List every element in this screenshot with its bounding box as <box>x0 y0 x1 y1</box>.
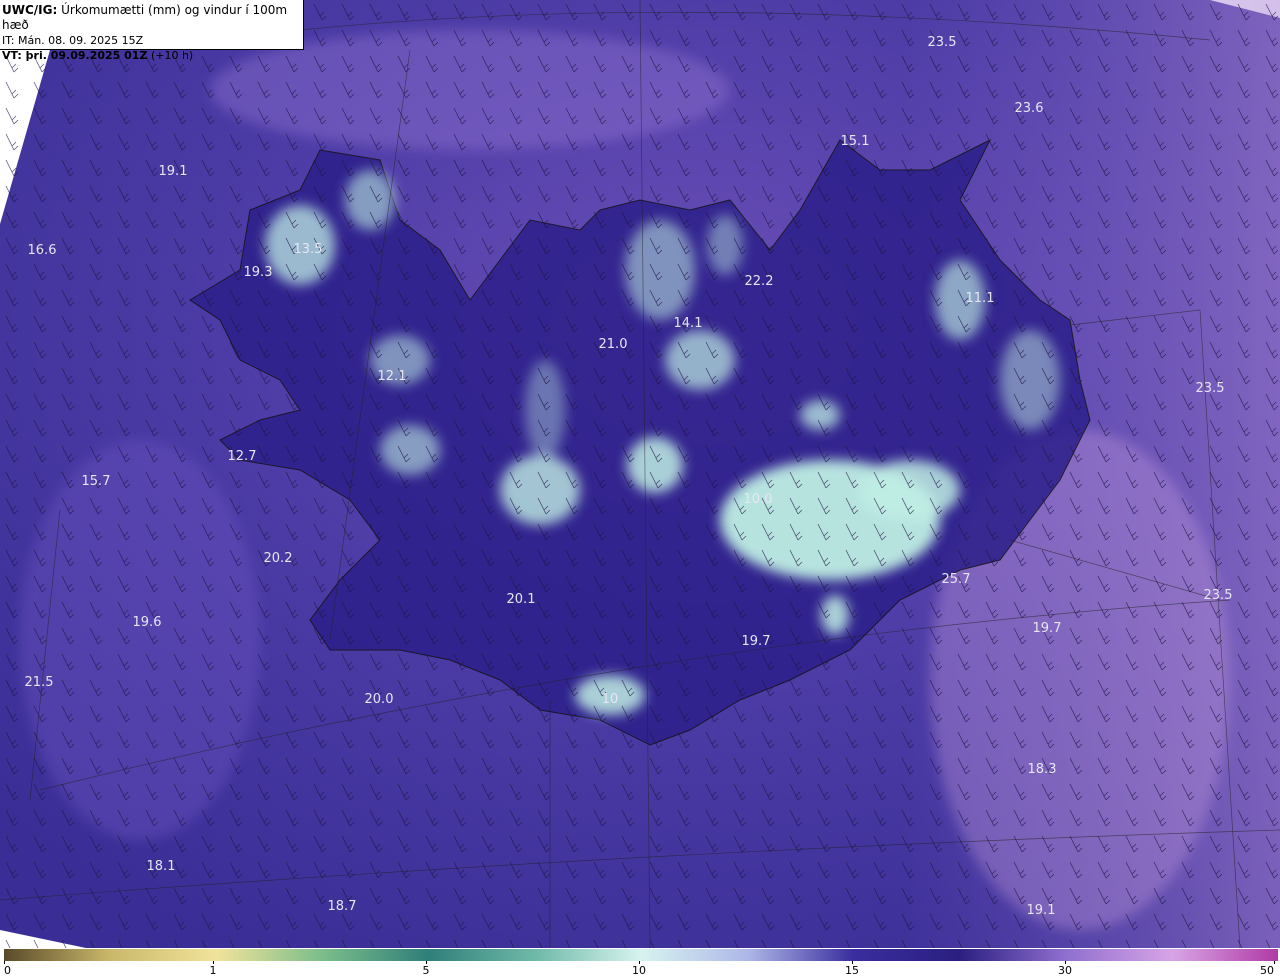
value-label: 15.1 <box>841 134 870 149</box>
value-label: 12.7 <box>228 449 257 464</box>
value-label: 19.7 <box>742 634 771 649</box>
value-label: 19.6 <box>133 615 162 630</box>
initial-time: IT: Mán. 08. 09. 2025 15Z <box>2 34 144 47</box>
value-label: 23.5 <box>928 35 957 50</box>
header-title-line: UWC/IG: Úrkomumætti (mm) og vindur í 100… <box>2 3 303 33</box>
value-label: 23.5 <box>1196 381 1225 396</box>
valid-time-line: VT: þri. 09.09.2025 01Z (+10 h) <box>2 48 303 63</box>
value-label: 23.5 <box>1204 588 1233 603</box>
value-label: 16.6 <box>28 243 57 258</box>
lead-time: (+10 h) <box>150 49 194 62</box>
value-label: 20.1 <box>507 592 536 607</box>
value-label: 23.6 <box>1015 101 1044 116</box>
value-label: 14.1 <box>674 316 703 331</box>
colorbar-tick-mark <box>1274 961 1275 964</box>
colorbar-tick-label: 1 <box>209 964 217 977</box>
value-label: 19.3 <box>244 265 273 280</box>
value-label: 18.7 <box>328 899 357 914</box>
weather-map-stage: 23.5 23.6 15.1 19.1 16.6 13.5 19.3 22.2 11.1 14.1… <box>0 0 1280 978</box>
value-label: 20.2 <box>264 551 293 566</box>
colorbar-tick-label: 5 <box>422 964 430 977</box>
map-header: UWC/IG: Úrkomumætti (mm) og vindur í 100… <box>0 0 304 62</box>
colorbar-tick-label: 10 <box>632 964 646 977</box>
value-label: 18.1 <box>147 859 176 874</box>
value-label: 21.0 <box>599 337 628 352</box>
product-label: UWC/IG: <box>2 3 58 17</box>
value-label: 12.1 <box>378 369 407 384</box>
value-label: 19.1 <box>1027 903 1056 918</box>
precipitable-water-map: 23.5 23.6 15.1 19.1 16.6 13.5 19.3 22.2 11.1 14.1… <box>0 0 1280 948</box>
colorbar-tick-label: 15 <box>845 964 859 977</box>
value-label: 10.0 <box>744 492 773 507</box>
value-label: 11.1 <box>966 291 995 306</box>
colorbar-tick-label: 50 <box>1260 964 1274 977</box>
value-label: 25.7 <box>942 572 971 587</box>
value-label: 20.0 <box>365 692 394 707</box>
value-label: 10 <box>602 692 619 707</box>
value-label: 15.7 <box>82 474 111 489</box>
value-label: 19.1 <box>159 164 188 179</box>
colorbar-tick-label: 0 <box>4 964 11 977</box>
colorbar: 0 1 5 10 15 30 50 <box>0 948 1280 978</box>
value-label: 13.5 <box>294 242 323 257</box>
value-label: 22.2 <box>745 274 774 289</box>
colorbar-tick-label: 30 <box>1058 964 1072 977</box>
value-label: 18.3 <box>1028 762 1057 777</box>
value-label: 19.7 <box>1033 621 1062 636</box>
valid-time: VT: þri. 09.09.2025 01Z <box>2 49 148 62</box>
value-label: 21.5 <box>25 675 54 690</box>
colorbar-gradient <box>4 949 1278 961</box>
